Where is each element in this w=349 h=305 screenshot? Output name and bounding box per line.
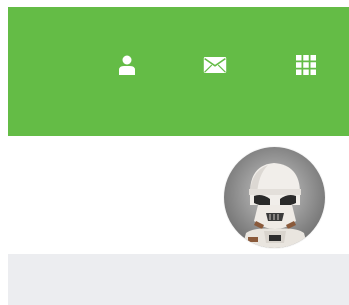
top-navigation-bar	[8, 7, 349, 136]
app-window	[0, 0, 349, 305]
content-strip	[8, 254, 349, 305]
profile-section	[8, 136, 349, 254]
grid-icon[interactable]	[294, 53, 318, 77]
avatar[interactable]	[224, 147, 325, 248]
user-icon[interactable]	[115, 53, 139, 77]
mail-icon[interactable]	[203, 53, 227, 77]
